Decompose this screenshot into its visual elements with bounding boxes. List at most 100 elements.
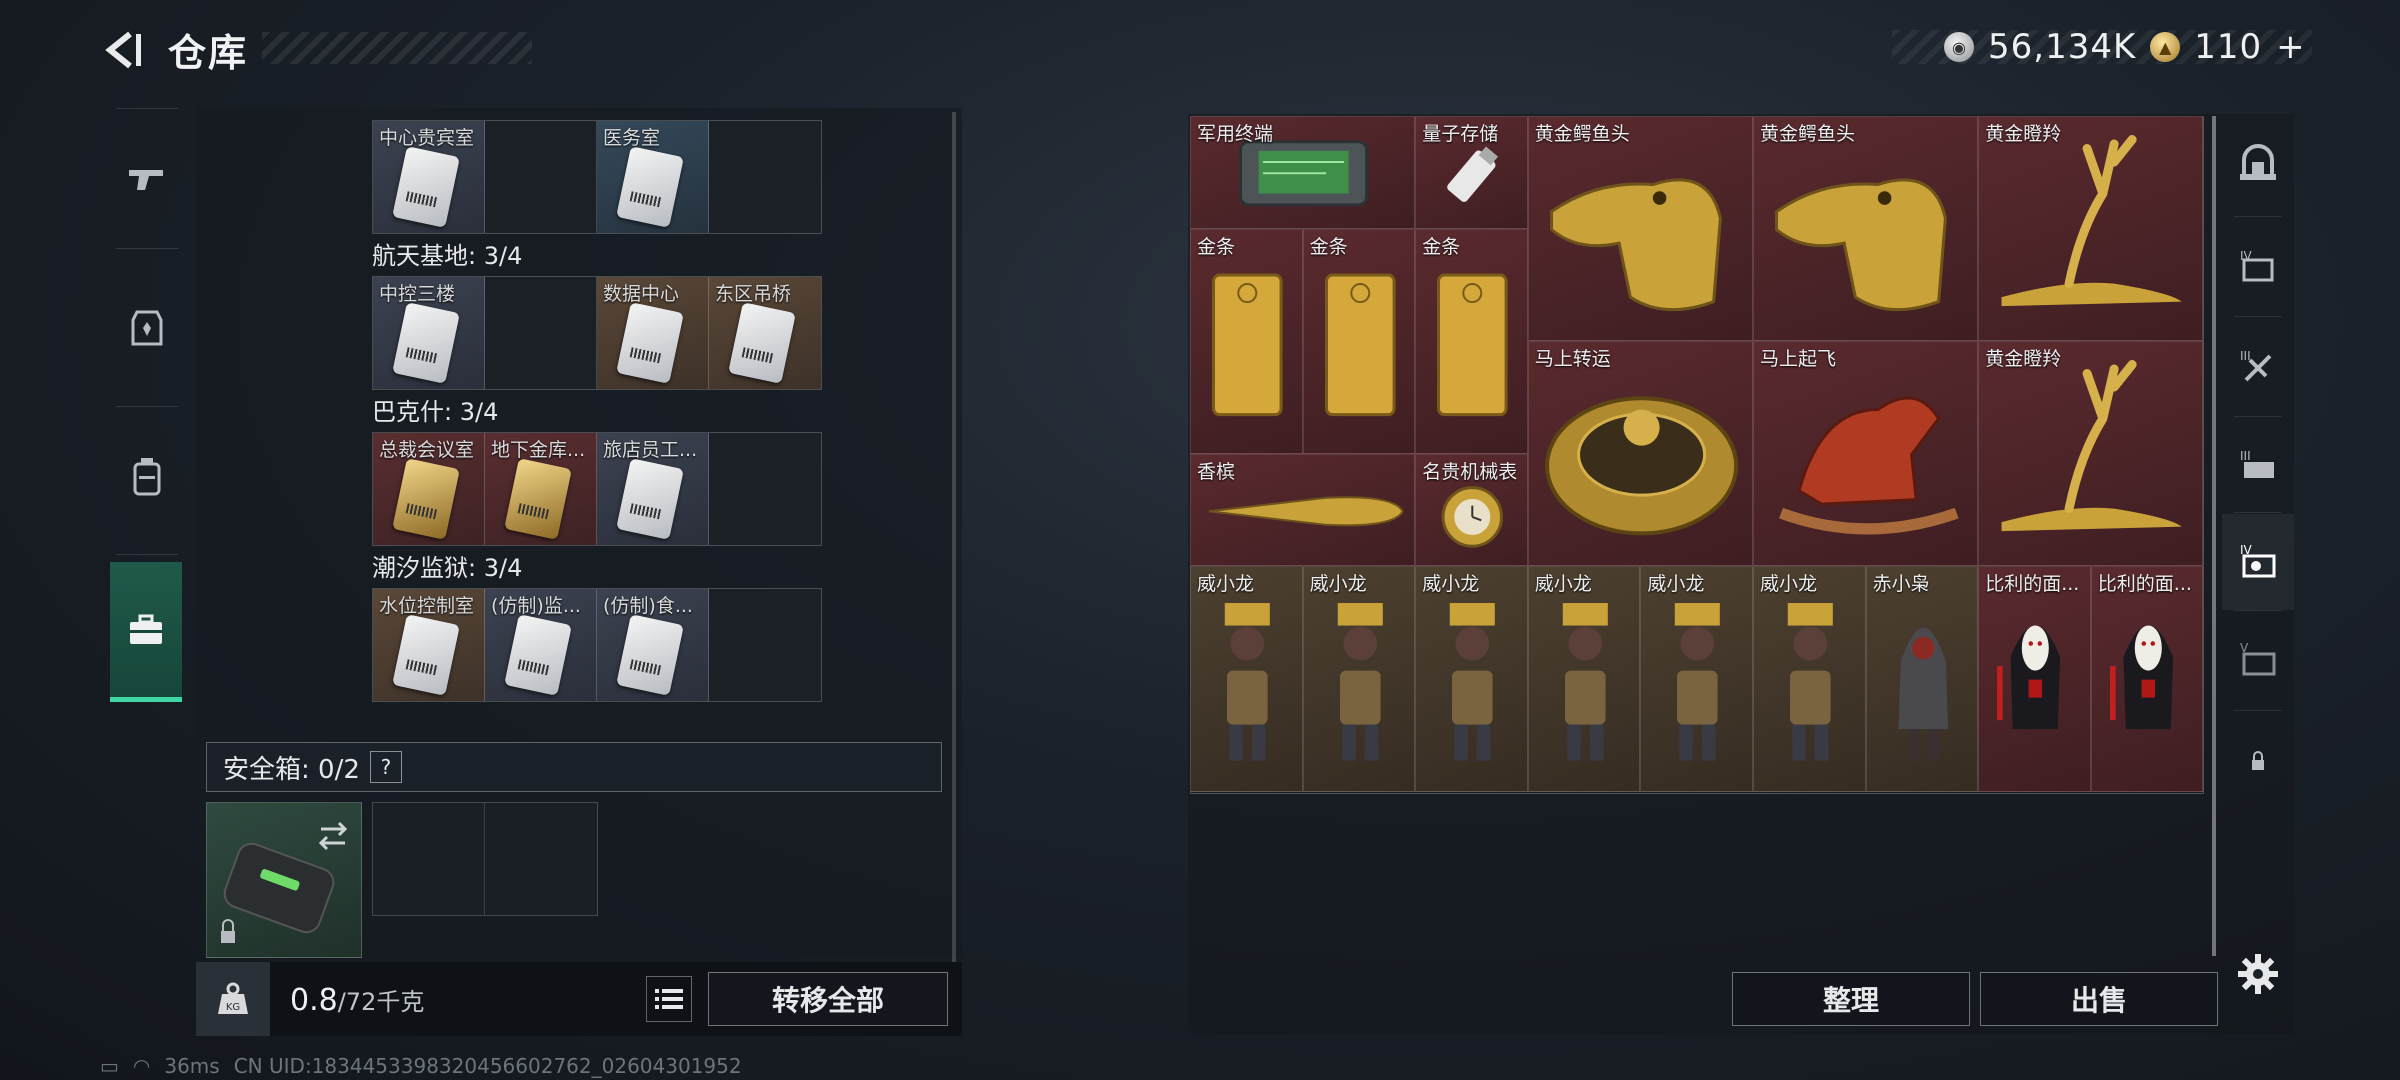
back-button[interactable]: [98, 26, 146, 74]
item-label: 香槟: [1197, 460, 1236, 483]
item-cell-figure[interactable]: 威小龙: [1415, 566, 1528, 792]
horse-icon: [1779, 396, 1959, 535]
item-cell-goldbar[interactable]: 金条: [1415, 228, 1528, 454]
key-card-icon: [392, 146, 460, 228]
key-card-slot[interactable]: 旅店员工...: [597, 433, 709, 545]
uid-text: CN UID:1834453398320456602762_0260430195…: [233, 1054, 742, 1078]
empty-slot[interactable]: [709, 433, 821, 545]
puppet-icon: [1997, 625, 2061, 730]
toolbox-icon: [130, 614, 162, 644]
weight-readout: 0.8/72千克: [290, 982, 424, 1018]
item-cell-gazelle[interactable]: 黄金瞪羚: [1978, 116, 2204, 342]
transfer-all-button[interactable]: 转移全部: [708, 972, 948, 1026]
key-card-slot[interactable]: 中控三楼: [373, 277, 485, 389]
container-tab-folder-iv[interactable]: IV: [2222, 218, 2294, 314]
key-card-slot[interactable]: 地下金库...: [485, 433, 597, 545]
container-tab-lock[interactable]: [2222, 712, 2294, 808]
safe-slot[interactable]: [373, 803, 485, 915]
weight-current: 0.8: [290, 983, 338, 1018]
grid-scrollbar[interactable]: [2212, 116, 2216, 956]
item-cell-usb[interactable]: 量子存储: [1415, 116, 1528, 229]
item-cell-hood[interactable]: 赤小枭: [1865, 566, 1979, 792]
key-card-slot[interactable]: 中心贵宾室: [373, 121, 485, 233]
nav-toolbox[interactable]: [110, 562, 182, 702]
safe-help-button[interactable]: ?: [369, 751, 402, 783]
item-cell-croc[interactable]: 黄金鳄鱼头: [1753, 116, 1979, 342]
container-tab-box-iv[interactable]: IV: [2222, 514, 2294, 610]
key-card-icon: [392, 458, 460, 540]
item-cell-terminal[interactable]: 军用终端: [1190, 116, 1416, 229]
item-label: 马上转运: [1534, 348, 1611, 371]
item-cell-figure[interactable]: 威小龙: [1527, 566, 1641, 792]
nav-backpack[interactable]: [100, 406, 194, 546]
item-cell-croc[interactable]: 黄金鳄鱼头: [1527, 116, 1753, 342]
stash-scrollbar[interactable]: [952, 112, 956, 962]
item-cell-goldbar[interactable]: 金条: [1190, 228, 1303, 454]
key-card-slot[interactable]: 总裁会议室: [373, 433, 485, 545]
container-tab-box-v[interactable]: V: [2222, 612, 2294, 708]
croc-icon: [1775, 178, 1947, 312]
item-label: 黄金鳄鱼头: [1760, 123, 1856, 145]
empty-slot[interactable]: [709, 589, 821, 701]
list-view-button[interactable]: [646, 976, 692, 1022]
gold-add-button[interactable]: +: [2276, 27, 2306, 67]
settings-button[interactable]: [2234, 950, 2282, 998]
item-cell-figure[interactable]: 威小龙: [1640, 566, 1753, 792]
empty-slot[interactable]: [485, 121, 597, 233]
item-cell-figure[interactable]: 威小龙: [1753, 566, 1866, 792]
goldbar-icon: [1437, 273, 1508, 416]
empty-slot[interactable]: [709, 121, 821, 233]
safe-case-icon: [221, 821, 348, 943]
key-card-icon: [616, 458, 684, 540]
wifi-icon: ◠: [132, 1054, 151, 1078]
safe-box-header: 安全箱: 0/2 ?: [206, 742, 942, 792]
key-card-slot[interactable]: 东区吊桥: [709, 277, 821, 389]
safe-box-slot[interactable]: [206, 802, 362, 958]
key-slot-row: 总裁会议室 地下金库... 旅店员工...: [372, 432, 822, 546]
item-cell-champagne[interactable]: 香槟: [1190, 453, 1416, 567]
item-label: 军用终端: [1197, 123, 1274, 145]
title-decoration: [262, 32, 532, 64]
silver-balance: 56,134K: [1988, 27, 2137, 67]
box-iv-icon: IV: [2240, 543, 2276, 578]
item-cell-disc[interactable]: 马上转运: [1527, 341, 1753, 567]
battery-icon: ▭: [100, 1054, 119, 1078]
key-card-slot[interactable]: 医务室: [597, 121, 709, 233]
item-cell-figure[interactable]: 威小龙: [1190, 566, 1303, 792]
item-cell-goldbar[interactable]: 金条: [1302, 228, 1416, 454]
nav-armor[interactable]: [100, 258, 194, 398]
container-tab-tool-iii[interactable]: III: [2222, 318, 2294, 414]
nav-weapons[interactable]: [100, 108, 194, 248]
item-cell-horse[interactable]: 马上起飞: [1753, 341, 1979, 567]
item-label: 威小龙: [1309, 573, 1367, 596]
item-cell-figure[interactable]: 威小龙: [1302, 566, 1416, 792]
key-card-slot[interactable]: 水位控制室: [373, 589, 485, 701]
figure-icon: [1224, 603, 1270, 762]
puppet-icon: [2109, 625, 2173, 730]
key-card-slot[interactable]: 数据中心: [597, 277, 709, 389]
container-tab-case-iii[interactable]: III: [2222, 418, 2294, 514]
safe-slots: [372, 802, 598, 916]
item-label: 赤小枭: [1872, 573, 1930, 596]
svg-text:III: III: [2240, 449, 2251, 463]
key-card-icon: [392, 614, 460, 696]
key-card-icon: [616, 146, 684, 228]
item-cell-watch[interactable]: 名贵机械表: [1415, 453, 1528, 567]
sort-button[interactable]: 整理: [1732, 972, 1970, 1026]
key-card-slot[interactable]: (仿制)食...: [597, 589, 709, 701]
item-cell-puppet[interactable]: 比利的面...: [1978, 566, 2091, 792]
item-label: 名贵机械表: [1422, 460, 1518, 483]
key-card-slot[interactable]: (仿制)监...: [485, 589, 597, 701]
item-cell-puppet[interactable]: 比利的面...: [2090, 566, 2204, 792]
nav-separator: [2234, 610, 2282, 611]
key-card-label: (仿制)食...: [603, 595, 693, 617]
safe-slot[interactable]: [485, 803, 597, 915]
safe-box-label: 安全箱: 0/2: [223, 754, 360, 785]
sell-button[interactable]: 出售: [1980, 972, 2218, 1026]
item-label: 金条: [1309, 235, 1348, 258]
key-section-title: 航天基地: 3/4: [372, 242, 523, 270]
item-cell-gazelle[interactable]: 黄金瞪羚: [1978, 341, 2204, 567]
container-tab-vault[interactable]: [2222, 118, 2294, 214]
empty-slot[interactable]: [485, 277, 597, 389]
item-label: 威小龙: [1197, 573, 1255, 596]
